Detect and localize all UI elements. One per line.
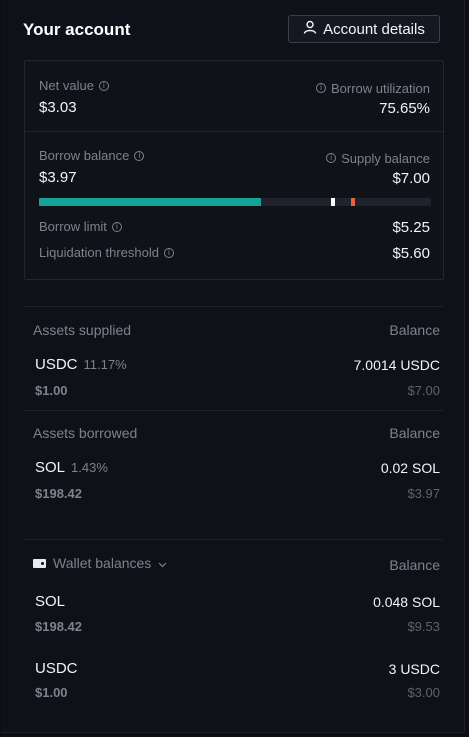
- asset-symbol: SOL: [35, 459, 66, 476]
- wallet-balances-section: Wallet balances Balance SOL $198.42 0.04…: [33, 555, 440, 705]
- chevron-down-icon: [158, 555, 167, 571]
- page-title: Your account: [23, 20, 131, 39]
- borrow-balance: $3.97: [39, 169, 77, 186]
- asset-balance-usd: $7.00: [407, 383, 440, 398]
- borrow-limit-marker: [331, 198, 335, 206]
- liquidation-threshold-label: Liquidation threshold: [39, 245, 159, 260]
- asset-symbol: USDC: [35, 660, 78, 677]
- divider: [23, 410, 443, 411]
- asset-symbol: SOL: [35, 593, 66, 610]
- borrow-balance-label-wrap: Borrow balance i: [39, 148, 145, 163]
- balance-heading: Balance: [389, 322, 440, 338]
- asset-balance: 3 USDC: [388, 661, 440, 677]
- supply-balance-label-wrap: i Supply balance: [326, 151, 430, 166]
- liquidation-threshold-label-wrap: Liquidation threshold i: [39, 245, 174, 260]
- divider: [23, 306, 443, 307]
- balance-heading: Balance: [389, 425, 440, 441]
- balance-heading: Balance: [389, 557, 440, 573]
- net-value: $3.03: [39, 99, 77, 116]
- info-icon[interactable]: i: [98, 80, 109, 91]
- info-icon[interactable]: i: [163, 247, 174, 258]
- list-item[interactable]: USDC 11.17%: [35, 356, 127, 374]
- borrow-utilization-label: Borrow utilization: [331, 80, 430, 96]
- divider: [23, 539, 443, 540]
- user-icon: [303, 20, 317, 38]
- asset-price: $1.00: [35, 383, 68, 398]
- account-summary-card: Net value i $3.03 i Borrow utilization 7…: [24, 60, 444, 280]
- borrow-limit: $5.25: [392, 219, 430, 236]
- borrow-utilization: 75.65%: [379, 99, 430, 117]
- asset-apy: 11.17%: [83, 357, 127, 372]
- liquidation-threshold-marker: [350, 198, 355, 206]
- list-item[interactable]: SOL: [35, 593, 65, 611]
- list-item[interactable]: SOL 1.43%: [35, 459, 108, 477]
- asset-price: $198.42: [35, 619, 82, 634]
- net-value-label-wrap: Net value i: [39, 78, 109, 93]
- supply-balance: $7.00: [392, 169, 430, 187]
- supply-balance-label: Supply balance: [341, 150, 430, 166]
- info-icon[interactable]: i: [326, 153, 337, 163]
- asset-balance-usd: $9.53: [407, 619, 440, 634]
- asset-balance: 7.0014 USDC: [353, 357, 440, 373]
- asset-balance-usd: $3.97: [407, 486, 440, 501]
- account-details-label: Account details: [323, 20, 425, 38]
- assets-supplied-heading: Assets supplied: [33, 322, 132, 338]
- list-item[interactable]: USDC: [35, 660, 78, 678]
- asset-symbol: USDC: [35, 356, 78, 373]
- assets-supplied-section: Assets supplied Balance USDC 11.17% $1.00…: [33, 322, 440, 402]
- wallet-balances-toggle[interactable]: Wallet balances: [33, 555, 167, 571]
- account-details-button[interactable]: Account details: [288, 15, 440, 43]
- borrow-utilization-fill: [39, 198, 262, 206]
- liquidation-threshold: $5.60: [392, 245, 430, 262]
- info-icon[interactable]: i: [111, 221, 122, 232]
- asset-price: $1.00: [35, 685, 68, 700]
- wallet-balances-heading: Wallet balances: [53, 555, 152, 571]
- borrow-limit-label-wrap: Borrow limit i: [39, 219, 122, 234]
- borrow-limit-label: Borrow limit: [39, 219, 107, 234]
- borrow-utilization-label-wrap: i Borrow utilization: [316, 81, 430, 96]
- asset-price: $198.42: [35, 486, 82, 501]
- asset-apy: 1.43%: [71, 460, 108, 475]
- divider: [25, 131, 443, 132]
- account-panel: Your account Account details Net value i…: [1, 0, 465, 733]
- net-value-label: Net value: [39, 78, 94, 93]
- asset-balance-usd: $3.00: [407, 685, 440, 700]
- assets-borrowed-section: Assets borrowed Balance SOL 1.43% $198.42…: [33, 425, 440, 505]
- asset-balance: 0.02 SOL: [380, 460, 440, 476]
- wallet-icon: [33, 558, 46, 568]
- info-icon[interactable]: i: [134, 150, 145, 161]
- borrow-utilization-bar: [39, 198, 431, 206]
- header: Your account Account details: [23, 15, 440, 45]
- info-icon[interactable]: i: [316, 83, 326, 93]
- borrow-balance-label: Borrow balance: [39, 148, 130, 163]
- asset-balance: 0.048 SOL: [373, 594, 440, 610]
- assets-borrowed-heading: Assets borrowed: [33, 425, 138, 441]
